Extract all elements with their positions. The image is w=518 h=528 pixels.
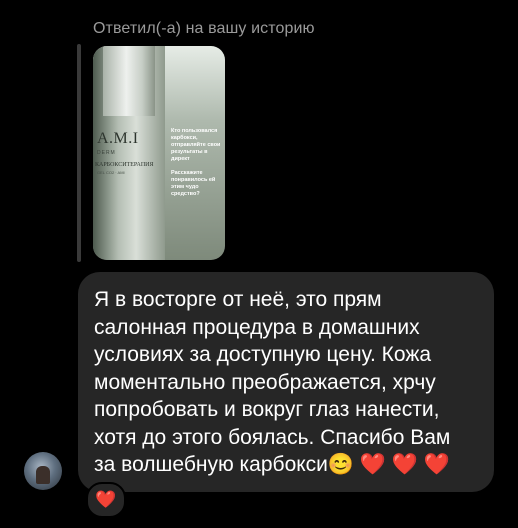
story-caption-1: Кто пользовался карбокси, отправляйте св… — [171, 128, 221, 162]
chat-screen: Ответил(-а) на вашу историю A.M.I DERM К… — [0, 0, 518, 528]
heart-icon: ❤️ — [95, 490, 117, 509]
message-bubble[interactable]: Я в восторге от неё, это прям салонная п… — [78, 272, 494, 492]
reply-quote-bar — [77, 44, 81, 262]
user-avatar[interactable] — [24, 452, 62, 490]
heart-reaction[interactable]: ❤️ — [86, 482, 126, 518]
bottle-sub-label-2: GEL CO2 · AMI — [97, 170, 125, 175]
message-text: Я в восторге от неё, это прям салонная п… — [94, 288, 451, 476]
product-bottle-image: A.M.I DERM КАРБОКСИТЕРАПИЯ GEL CO2 · AMI — [93, 46, 165, 260]
bottle-product-name: КАРБОКСИТЕРАПИЯ — [95, 162, 154, 168]
story-caption-2: Расскажите понравилось ей этим чудо сред… — [171, 170, 216, 197]
story-thumbnail[interactable]: A.M.I DERM КАРБОКСИТЕРАПИЯ GEL CO2 · AMI… — [93, 46, 225, 260]
bottle-sub-label: DERM — [97, 150, 116, 156]
bottle-cap — [103, 46, 155, 116]
bottle-logo: A.M.I — [97, 130, 139, 147]
story-reply-label: Ответил(-а) на вашу историю — [93, 20, 315, 37]
